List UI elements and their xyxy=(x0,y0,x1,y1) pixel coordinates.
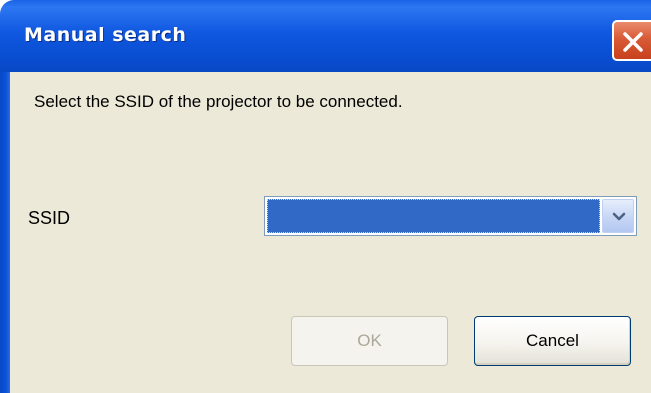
ok-button[interactable]: OK xyxy=(291,316,448,366)
ssid-dropdown[interactable] xyxy=(264,196,637,236)
dialog-body: Select the SSID of the projector to be c… xyxy=(10,72,651,393)
close-button[interactable] xyxy=(612,20,651,61)
chevron-down-icon xyxy=(612,212,626,221)
window-frame-left xyxy=(0,72,10,393)
ssid-label: SSID xyxy=(28,208,71,228)
cancel-button[interactable]: Cancel xyxy=(474,316,631,366)
close-x-icon xyxy=(623,32,643,52)
title-bar[interactable]: Manual search xyxy=(0,0,651,72)
window-title: Manual search xyxy=(24,24,187,46)
dropdown-toggle-button[interactable] xyxy=(602,199,634,233)
instruction-text: Select the SSID of the projector to be c… xyxy=(34,92,403,111)
ssid-selected-value[interactable] xyxy=(267,199,600,233)
manual-search-dialog: Manual search Select the SSID of the pro… xyxy=(0,0,651,393)
